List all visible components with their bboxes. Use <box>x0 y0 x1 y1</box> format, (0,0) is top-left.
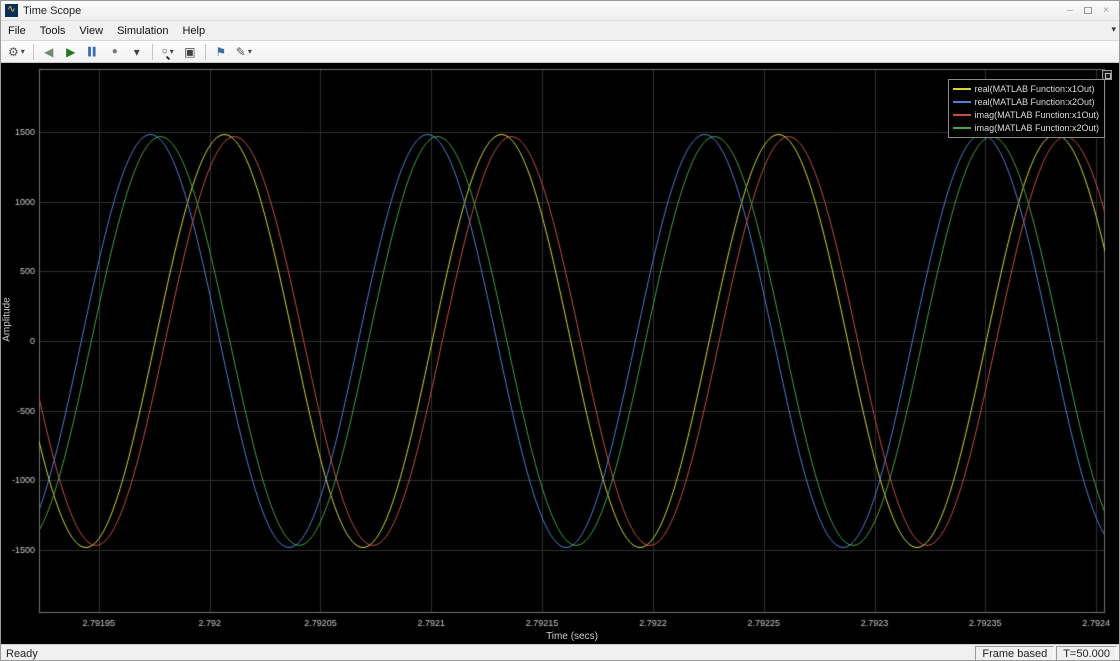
zoom-button[interactable]: ○▾ <box>158 42 178 61</box>
menu-help[interactable]: Help <box>175 23 212 39</box>
legend-line-sample <box>953 88 971 90</box>
chevron-down-icon: ▾ <box>134 43 140 61</box>
scope-plot-canvas[interactable] <box>1 63 1120 644</box>
toolbar: ⚙▾◀▶▌▌●▾○▾▣⚑✎▾ <box>1 41 1119 63</box>
legend-line-sample <box>953 101 971 103</box>
dropdown-caret-icon: ▾ <box>170 47 174 56</box>
time-scope-window: ∿ Time Scope – × FileToolsViewSimulation… <box>0 0 1120 661</box>
toolbar-separator <box>33 44 34 60</box>
measurements-icon: ✎ <box>236 43 246 61</box>
toolbar-separator <box>152 44 153 60</box>
statusbar: Ready Frame based T=50.000 <box>1 644 1119 661</box>
scale-axes-button[interactable]: ▣ <box>180 42 200 61</box>
legend[interactable]: real(MATLAB Function:x1Out) real(MATLAB F… <box>948 79 1105 138</box>
maximize-icon <box>1084 7 1092 14</box>
menu-view[interactable]: View <box>72 23 110 39</box>
pause-button[interactable]: ▌▌ <box>83 42 103 61</box>
window-controls: – × <box>1061 3 1115 19</box>
menubar: FileToolsViewSimulationHelp ▾ <box>1 21 1119 41</box>
app-icon: ∿ <box>5 4 18 17</box>
legend-item[interactable]: real(MATLAB Function:x2Out) <box>953 95 1099 108</box>
rewind-button[interactable]: ◀ <box>39 42 59 61</box>
x-axis-label: Time (secs) <box>546 631 598 642</box>
play-icon: ▶ <box>66 43 75 61</box>
status-frame-mode: Frame based <box>975 646 1054 661</box>
menu-overflow-icon[interactable]: ▾ <box>1111 24 1116 35</box>
play-button[interactable]: ▶ <box>61 42 81 61</box>
simulation-options-button[interactable]: ▾ <box>127 42 147 61</box>
menu-simulation[interactable]: Simulation <box>110 23 175 39</box>
legend-item[interactable]: real(MATLAB Function:x1Out) <box>953 82 1099 95</box>
minimize-button[interactable]: – <box>1061 3 1079 19</box>
legend-line-sample <box>953 114 971 116</box>
axes-dock-icon[interactable] <box>1102 70 1112 80</box>
scope-settings-button[interactable]: ⚙▾ <box>5 42 28 61</box>
rewind-icon: ◀ <box>44 43 53 61</box>
status-right-panel: Frame based T=50.000 <box>973 646 1117 661</box>
magnifier-icon: ○ <box>162 43 168 61</box>
y-axis-label: Amplitude <box>2 289 13 349</box>
menu-file[interactable]: File <box>1 23 33 39</box>
legend-label: imag(MATLAB Function:x2Out) <box>975 123 1099 133</box>
toolbar-separator <box>205 44 206 60</box>
legend-label: real(MATLAB Function:x1Out) <box>975 84 1095 94</box>
stop-icon: ● <box>112 43 118 61</box>
legend-label: imag(MATLAB Function:x1Out) <box>975 110 1099 120</box>
menu-tools[interactable]: Tools <box>33 23 73 39</box>
dropdown-caret-icon: ▾ <box>248 47 252 56</box>
legend-label: real(MATLAB Function:x2Out) <box>975 97 1095 107</box>
window-title: Time Scope <box>23 5 81 17</box>
measurements-button[interactable]: ✎▾ <box>233 42 255 61</box>
status-sim-time: T=50.000 <box>1056 646 1117 661</box>
legend-line-sample <box>953 127 971 129</box>
pause-icon: ▌▌ <box>88 43 97 61</box>
pin-icon: ⚑ <box>215 43 226 61</box>
legend-item[interactable]: imag(MATLAB Function:x1Out) <box>953 108 1099 121</box>
stop-button[interactable]: ● <box>105 42 125 61</box>
gear-icon: ⚙ <box>8 43 19 61</box>
legend-item[interactable]: imag(MATLAB Function:x2Out) <box>953 121 1099 134</box>
scale-axes-icon: ▣ <box>184 43 195 61</box>
maximize-button[interactable] <box>1079 3 1097 19</box>
titlebar[interactable]: ∿ Time Scope – × <box>1 1 1119 21</box>
pin-legend-button[interactable]: ⚑ <box>211 42 231 61</box>
dropdown-caret-icon: ▾ <box>21 47 25 56</box>
close-button[interactable]: × <box>1097 3 1115 19</box>
status-text: Ready <box>1 648 43 660</box>
scope-figure: Amplitude Time (secs) real(MATLAB Functi… <box>1 63 1120 644</box>
